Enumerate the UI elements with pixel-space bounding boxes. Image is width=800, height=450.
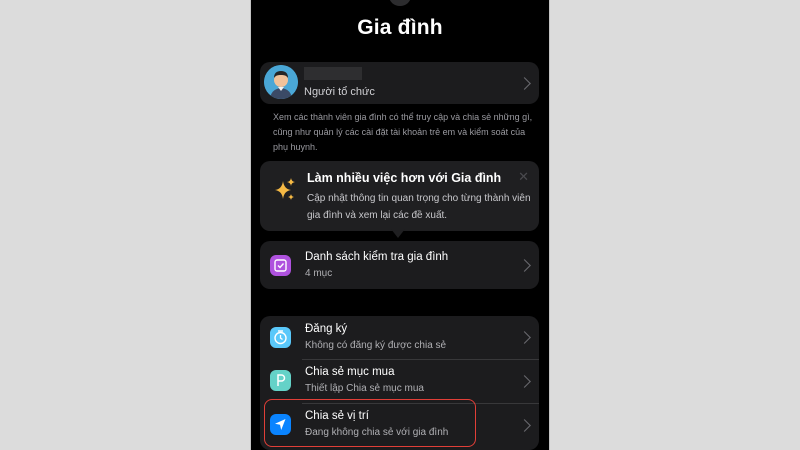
organizer-name-redacted xyxy=(304,67,362,80)
purchase-sharing-row[interactable]: Chia sẻ mục mua Thiết lập Chia sẻ mục mu… xyxy=(260,360,539,404)
chevron-right-icon xyxy=(518,419,531,432)
subscriptions-subtitle: Không có đăng ký được chia sẻ xyxy=(305,340,447,351)
organizer-role: Người tổ chức xyxy=(304,86,375,98)
chevron-right-icon xyxy=(518,77,531,90)
purchase-sharing-icon xyxy=(270,370,291,391)
right-letterbox xyxy=(549,0,800,450)
subscriptions-row[interactable]: Đăng ký Không có đăng ký được chia sẻ xyxy=(260,316,539,360)
family-checklist-row[interactable]: Danh sách kiểm tra gia đình 4 mục xyxy=(260,241,539,289)
chevron-right-icon xyxy=(518,259,531,272)
checklist-icon xyxy=(270,255,291,276)
location-sharing-highlight xyxy=(264,399,476,447)
checklist-title: Danh sách kiểm tra gia đình xyxy=(305,251,449,263)
subscription-icon xyxy=(270,327,291,348)
top-indicator xyxy=(389,0,411,6)
organizer-card[interactable]: Người tổ chức xyxy=(260,62,539,104)
person-avatar-icon xyxy=(264,65,298,99)
tip-body: Cập nhật thông tin quan trọng cho từng t… xyxy=(307,193,531,221)
checklist-count: 4 mục xyxy=(305,268,333,279)
left-letterbox xyxy=(0,0,251,450)
chevron-right-icon xyxy=(518,375,531,388)
tip-title: Làm nhiều việc hơn với Gia đình xyxy=(307,171,502,185)
tip-pointer xyxy=(391,229,405,238)
purchase-sharing-title: Chia sẻ mục mua xyxy=(305,366,395,378)
subscriptions-title: Đăng ký xyxy=(305,323,348,335)
page-title: Gia đình xyxy=(357,16,443,39)
chevron-right-icon xyxy=(518,331,531,344)
purchase-sharing-subtitle: Thiết lập Chia sẻ mục mua xyxy=(305,383,424,394)
sparkles-icon xyxy=(274,177,296,203)
family-tip-card[interactable]: Làm nhiều việc hơn với Gia đình Cập nhật… xyxy=(260,161,539,231)
phone-screen: Gia đình Người tổ chức Xem các thành viê… xyxy=(251,0,549,450)
family-description: Xem các thành viên gia đình có thể truy … xyxy=(273,112,533,152)
close-icon[interactable]: ✕ xyxy=(518,169,529,185)
